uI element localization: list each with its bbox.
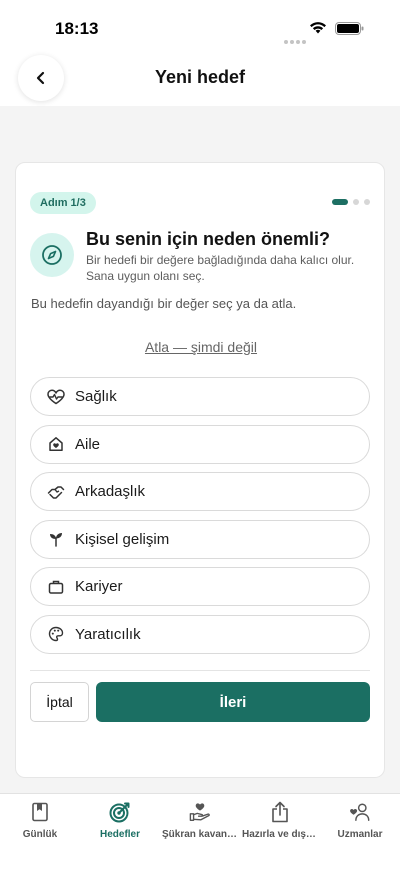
divider — [30, 670, 370, 671]
status-bar: 18:13 — [0, 0, 400, 52]
cancel-button[interactable]: İptal — [30, 682, 89, 722]
option-personal-growth[interactable]: Kişisel gelişim — [30, 519, 370, 559]
option-label: Yaratıcılık — [75, 625, 141, 643]
status-time: 18:13 — [55, 19, 99, 38]
option-label: Sağlık — [75, 388, 117, 405]
option-label: Kariyer — [75, 578, 123, 595]
option-creativity[interactable]: Yaratıcılık — [30, 614, 370, 654]
briefcase-icon — [47, 578, 65, 596]
skip-link[interactable]: Atla — şimdi değil — [16, 339, 386, 355]
share-icon — [269, 801, 291, 823]
question-description: Bir hedefi bir değere bağladığında daha … — [86, 253, 355, 283]
question-title: Bu senin için neden önemli? — [86, 229, 331, 249]
tab-label: Uzmanlar — [337, 829, 383, 840]
heart-pulse-icon — [47, 388, 65, 406]
option-career[interactable]: Kariyer — [30, 567, 370, 606]
tab-experts[interactable]: Uzmanlar — [320, 794, 400, 869]
tab-label: Günlük — [22, 829, 58, 840]
option-family[interactable]: Aile — [30, 424, 370, 464]
tab-goals[interactable]: Hedefler — [80, 794, 160, 869]
home-heart-icon — [47, 435, 65, 453]
tab-label: Hazırla ve dışa aktar — [242, 829, 318, 840]
value-options: Sağlık Aile Arkadaşlık Kişisel gelişim K… — [30, 377, 370, 662]
battery-icon — [335, 22, 364, 35]
hand-heart-icon — [189, 801, 211, 823]
progress-dot-1 — [332, 199, 348, 205]
tab-label: Şükran kavanozu — [162, 829, 238, 840]
progress-dot-3 — [364, 199, 370, 205]
navigation-bar: Yeni hedef — [0, 52, 400, 106]
option-friendship[interactable]: Arkadaşlık — [30, 472, 370, 511]
option-label: Arkadaşlık — [75, 483, 146, 500]
target-icon — [109, 801, 131, 823]
goal-step-card: Adım 1/3 Bu senin için neden önemli? Bir… — [15, 162, 385, 778]
signal-dots-icon — [284, 31, 308, 49]
sprout-icon — [47, 530, 65, 548]
book-icon — [29, 801, 51, 823]
wifi-icon — [310, 22, 326, 34]
tab-bar: Günlük Hedefler Şükran kavanozu Hazırla … — [0, 793, 400, 869]
tab-prepare-export[interactable]: Hazırla ve dışa aktar — [240, 794, 320, 869]
handshake-icon — [47, 483, 65, 501]
next-button[interactable]: İleri — [96, 682, 370, 722]
option-health[interactable]: Sağlık — [30, 377, 370, 416]
user-heart-icon — [349, 801, 371, 823]
compass-icon — [30, 233, 74, 277]
progress-dot-2 — [353, 199, 359, 205]
option-label: Kişisel gelişim — [75, 530, 170, 548]
step-progress — [327, 199, 370, 205]
step-badge: Adım 1/3 — [30, 192, 96, 214]
page-title: Yeni hedef — [154, 67, 246, 87]
instruction-text: Bu hedefin dayandığı bir değer seç ya da… — [31, 296, 297, 311]
option-label: Aile — [75, 435, 101, 453]
tab-journal[interactable]: Günlük — [0, 794, 80, 869]
tab-gratitude-jar[interactable]: Şükran kavanozu — [160, 794, 240, 869]
palette-icon — [47, 625, 65, 643]
tab-label: Hedefler — [99, 829, 140, 840]
